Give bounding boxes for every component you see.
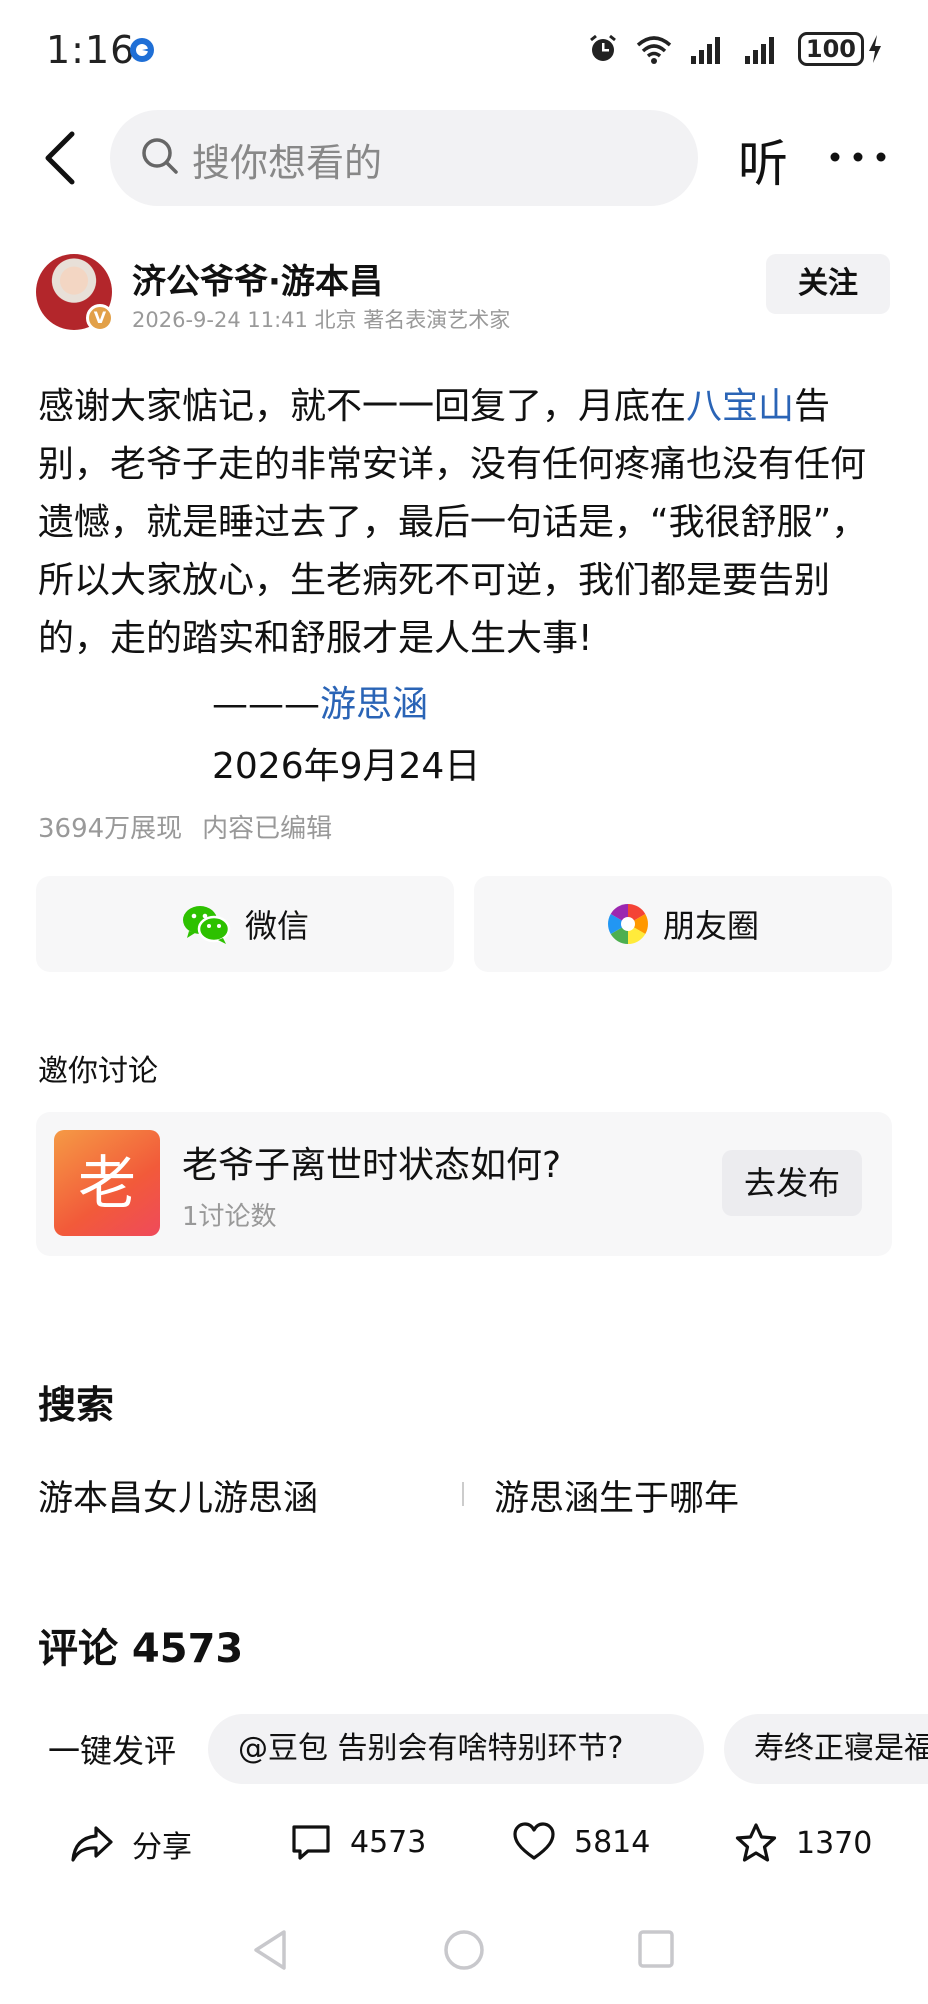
search-suggestion[interactable]: 游思涵生于哪年 [494, 1470, 739, 1521]
action-bar: 分享 4573 5814 1370 [0, 1808, 928, 1888]
favorite-count: 1370 [796, 1825, 873, 1861]
heart-icon [513, 1822, 555, 1860]
search-input[interactable]: 搜你想看的 [110, 110, 698, 206]
search-section-title: 搜索 [38, 1383, 115, 1427]
comment-icon [292, 1825, 330, 1860]
post-body: 感谢大家惦记，就不一一回复了，月底在八宝山告别，老爷子走的非常安详，没有任何疼痛… [38, 378, 890, 668]
nav-back-icon[interactable] [250, 1928, 290, 1972]
topic-count: 1讨论数 [182, 1202, 277, 1232]
nav-home-icon[interactable] [442, 1928, 486, 1972]
battery-level: 100 [797, 32, 864, 66]
system-navigation-bar [0, 1920, 928, 1980]
battery-indicator: 100 [797, 32, 882, 66]
view-count: 3694万展现 [38, 814, 183, 844]
comment-button[interactable]: 4573 [290, 1822, 426, 1862]
signature-date: 2026年9月24日 [212, 746, 481, 787]
post-meta: 2026-9-24 11:41 北京 著名表演艺术家 [132, 308, 511, 332]
star-icon [735, 1823, 777, 1862]
quick-comment-chip[interactable]: @豆包 告别会有啥特别环节? [208, 1714, 704, 1784]
verified-badge: V [86, 304, 114, 332]
favorite-button[interactable]: 1370 [734, 1822, 872, 1864]
moments-icon [608, 904, 648, 944]
discussion-topic-card[interactable]: 老 老爷子离世时状态如何? 1讨论数 去发布 [36, 1112, 892, 1256]
signature-dash: ——— [212, 684, 320, 725]
divider [462, 1482, 464, 1506]
signal-icon [690, 37, 720, 64]
signal-icon-2 [744, 37, 774, 64]
like-count: 5814 [574, 1824, 651, 1860]
search-icon [142, 138, 178, 174]
share-icon [71, 1826, 113, 1862]
quick-comment-chip[interactable]: 寿终正寝是福 [724, 1714, 928, 1784]
status-time: 1:16 [46, 28, 136, 72]
search-placeholder: 搜你想看的 [192, 141, 383, 185]
like-button[interactable]: 5814 [512, 1822, 650, 1862]
signature-name-link[interactable]: 游思涵 [320, 684, 428, 725]
signature: ———游思涵 [212, 676, 428, 734]
wechat-label: 微信 [244, 907, 309, 945]
post-link-babaoshan[interactable]: 八宝山 [686, 386, 794, 427]
topic-title[interactable]: 老爷子离世时状态如何? [182, 1136, 561, 1188]
wechat-icon [182, 906, 231, 944]
nav-recents-icon[interactable] [636, 1928, 676, 1970]
charging-icon [869, 35, 881, 63]
quick-comment-label: 一键发评 [48, 1732, 177, 1770]
follow-button[interactable]: 关注 [766, 254, 890, 314]
publish-button[interactable]: 去发布 [722, 1150, 862, 1216]
post-text-1: 感谢大家惦记，就不一一回复了，月底在 [38, 386, 687, 427]
comments-title: 评论 4573 [38, 1626, 244, 1672]
share-wechat-button[interactable]: 微信 [36, 876, 454, 972]
share-label: 分享 [132, 1830, 192, 1865]
back-arrow-icon[interactable] [40, 128, 80, 188]
listen-button[interactable]: 听 [738, 124, 788, 196]
more-icon[interactable] [828, 150, 888, 164]
share-moments-button[interactable]: 朋友圈 [474, 876, 892, 972]
moments-label: 朋友圈 [662, 907, 759, 945]
search-suggestion[interactable]: 游本昌女儿游思涵 [38, 1470, 318, 1521]
topic-thumbnail: 老 [54, 1130, 160, 1236]
invite-discussion-title: 邀你讨论 [38, 1054, 158, 1089]
wifi-icon [636, 36, 672, 64]
comment-count: 4573 [350, 1824, 427, 1860]
post-stats: 3694万展现 内容已编辑 [38, 808, 332, 845]
author-name[interactable]: 济公爷爷·游本昌 [132, 254, 383, 303]
status-icons: 100 [588, 32, 882, 66]
quick-comment-chips: 一键发评 @豆包 告别会有啥特别环节? 寿终正寝是福 [0, 1714, 928, 1784]
edited-label: 内容已编辑 [202, 814, 333, 844]
share-button[interactable]: 分享 [70, 1822, 192, 1866]
alarm-icon [589, 34, 616, 61]
app-notification-icon [130, 38, 154, 62]
status-bar: 1:16 100 [0, 0, 928, 105]
